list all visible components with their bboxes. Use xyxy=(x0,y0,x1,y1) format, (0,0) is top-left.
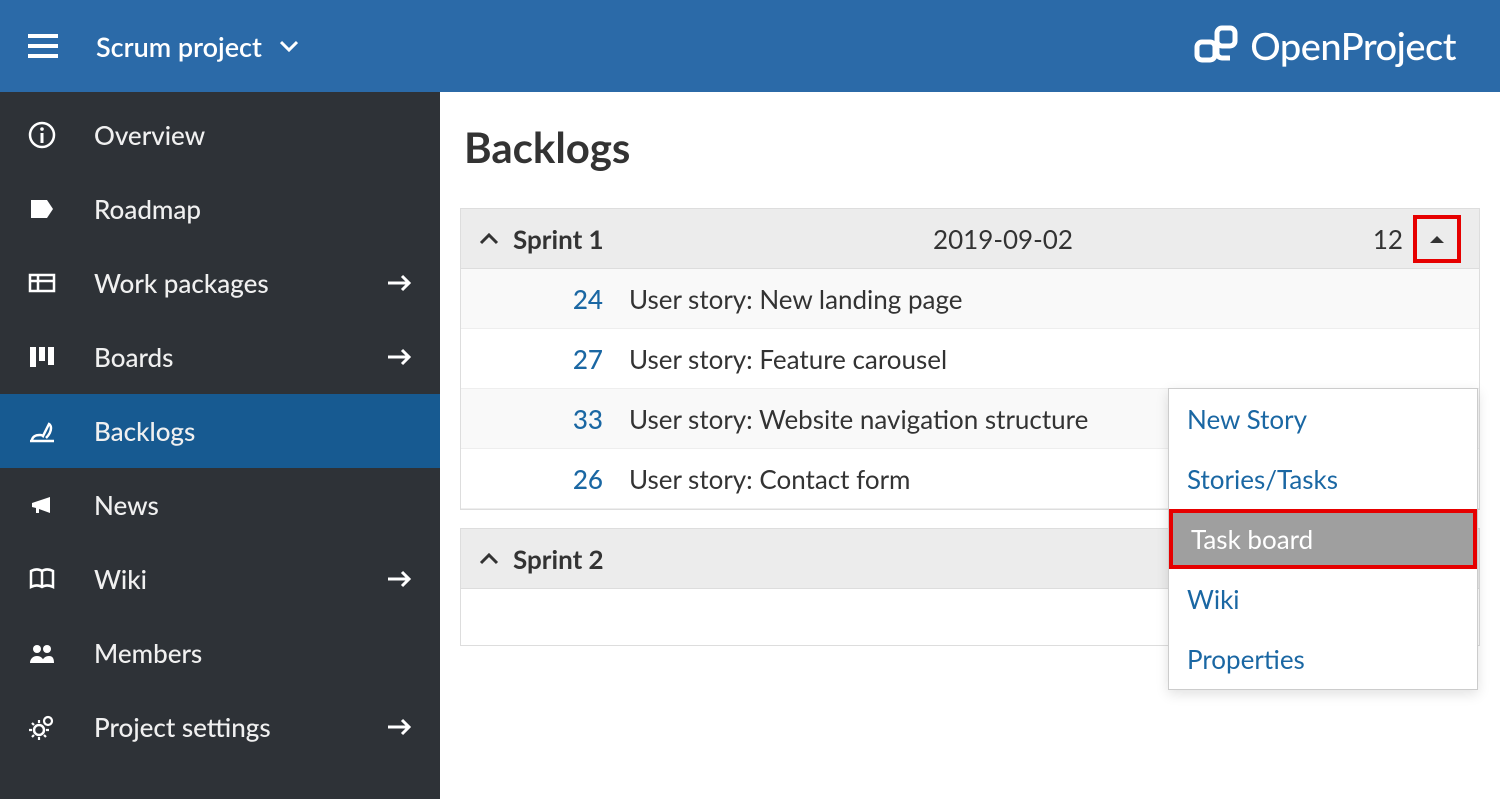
story-id[interactable]: 26 xyxy=(479,463,629,495)
sidebar-item-label: Work packages xyxy=(72,267,386,299)
dropdown-item-task-board[interactable]: Task board xyxy=(1169,509,1477,569)
dropdown-item-wiki[interactable]: Wiki xyxy=(1169,569,1477,629)
sidebar-item-label: Roadmap xyxy=(72,193,412,225)
sidebar-item-backlogs[interactable]: Backlogs xyxy=(0,394,440,468)
arrow-right-icon xyxy=(386,717,412,737)
columns-icon xyxy=(28,343,72,371)
sidebar-item-members[interactable]: Members xyxy=(0,616,440,690)
megaphone-icon xyxy=(28,491,72,519)
story-id[interactable]: 27 xyxy=(479,343,629,375)
dropdown-item-label: Properties xyxy=(1187,643,1305,675)
content-area: Backlogs Sprint 12019-09-021224User stor… xyxy=(440,92,1500,799)
sidebar-item-label: Members xyxy=(72,637,412,669)
sidebar-item-label: Backlogs xyxy=(72,415,412,447)
sidebar-item-boards[interactable]: Boards xyxy=(0,320,440,394)
hamburger-icon[interactable] xyxy=(28,34,58,58)
caret-down-icon xyxy=(280,40,298,52)
brand-logo: OpenProject xyxy=(1194,23,1476,69)
dropdown-item-label: Stories/Tasks xyxy=(1187,463,1338,495)
sprint-menu-dropdown: New Story Stories/Tasks Task board Wiki Prop… xyxy=(1168,388,1478,690)
sidebar-item-wiki[interactable]: Wiki xyxy=(0,542,440,616)
dropdown-item-label: Wiki xyxy=(1187,583,1240,615)
backlogs-icon xyxy=(28,417,72,445)
gears-icon xyxy=(28,713,72,741)
dropdown-item-properties[interactable]: Properties xyxy=(1169,629,1477,689)
sidebar: Overview Roadmap Work packages Boards Backlo… xyxy=(0,92,440,799)
sidebar-item-label: Boards xyxy=(72,341,386,373)
sidebar-item-news[interactable]: News xyxy=(0,468,440,542)
sprint-header[interactable]: Sprint 12019-09-0212 xyxy=(461,209,1479,269)
project-name: Scrum project xyxy=(96,30,262,63)
arrow-right-icon xyxy=(386,273,412,293)
sidebar-item-roadmap[interactable]: Roadmap xyxy=(0,172,440,246)
dropdown-item-label: Task board xyxy=(1191,523,1313,555)
sidebar-item-work-packages[interactable]: Work packages xyxy=(0,246,440,320)
sidebar-item-project-settings[interactable]: Project settings xyxy=(0,690,440,764)
sprint-name: Sprint 2 xyxy=(513,543,933,575)
story-row[interactable]: 24User story: New landing page xyxy=(461,269,1479,329)
sprint-menu-toggle[interactable] xyxy=(1413,215,1461,263)
story-title: User story: Contact form xyxy=(629,463,910,495)
tag-icon xyxy=(28,195,72,223)
top-bar: Scrum project OpenProject xyxy=(0,0,1500,92)
story-row[interactable]: 27User story: Feature carousel xyxy=(461,329,1479,389)
dropdown-item-stories-tasks[interactable]: Stories/Tasks xyxy=(1169,449,1477,509)
grid-icon xyxy=(28,269,72,297)
story-title: User story: Feature carousel xyxy=(629,343,947,375)
dropdown-item-new-story[interactable]: New Story xyxy=(1169,389,1477,449)
sidebar-item-label: Overview xyxy=(72,119,412,151)
page-title: Backlogs xyxy=(464,122,1480,172)
sidebar-item-label: Project settings xyxy=(72,711,386,743)
story-id[interactable]: 24 xyxy=(479,283,629,315)
members-icon xyxy=(28,639,72,667)
arrow-right-icon xyxy=(386,569,412,589)
project-selector[interactable]: Scrum project xyxy=(96,30,298,63)
story-id[interactable]: 33 xyxy=(479,403,629,435)
sprint-date: 2019-09-02 xyxy=(933,223,1373,255)
info-icon xyxy=(28,121,72,149)
story-title: User story: Website navigation structure xyxy=(629,403,1088,435)
sprint-name: Sprint 1 xyxy=(513,223,933,255)
chevron-up-icon[interactable] xyxy=(479,232,513,246)
chevron-up-icon[interactable] xyxy=(479,552,513,566)
sidebar-item-label: News xyxy=(72,489,412,521)
book-icon xyxy=(28,565,72,593)
sidebar-item-label: Wiki xyxy=(72,563,386,595)
dropdown-item-label: New Story xyxy=(1187,403,1307,435)
brand-name: OpenProject xyxy=(1250,23,1456,69)
sidebar-item-overview[interactable]: Overview xyxy=(0,98,440,172)
openproject-icon xyxy=(1194,24,1238,68)
arrow-right-icon xyxy=(386,347,412,367)
story-title: User story: New landing page xyxy=(629,283,963,315)
sprint-count: 12 xyxy=(1373,223,1409,255)
